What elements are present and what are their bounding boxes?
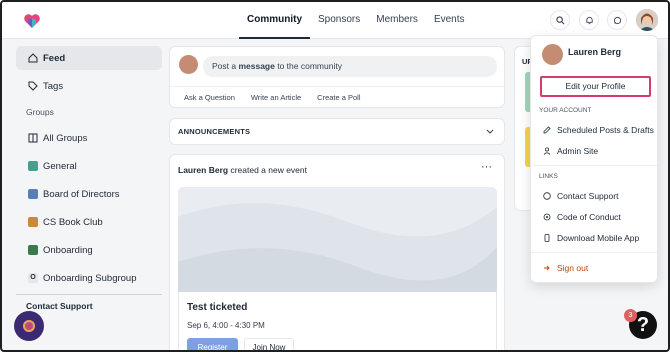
avatar — [542, 44, 563, 65]
register-button[interactable]: Register — [187, 338, 238, 350]
menu-item-label: Sign out — [557, 263, 589, 273]
grid-icon — [28, 133, 38, 143]
menu-item-label: Contact Support — [557, 191, 619, 201]
post-action-text: created a new event — [228, 165, 307, 175]
sidebar-item-label: Tags — [43, 80, 64, 92]
sidebar-item-label: Feed — [43, 52, 66, 64]
group-thumbnail — [28, 245, 38, 255]
chevron-down-icon — [486, 129, 494, 134]
post-input[interactable]: Post a message to the community — [203, 56, 497, 77]
event-date: Sep 6, 4:00 - 4:30 PM — [187, 321, 265, 330]
sidebar-item-label: Board of Directors — [43, 188, 120, 200]
placeholder-text: Post a — [212, 61, 239, 71]
join-now-button[interactable]: Join Now — [244, 338, 294, 350]
post-composer: Post a message to the community Ask a Qu… — [169, 46, 505, 108]
sidebar-item-label: Onboarding — [43, 244, 93, 256]
group-thumbnail — [28, 161, 38, 171]
announcements-panel[interactable]: ANNOUNCEMENTS — [169, 118, 505, 145]
scheduled-posts-item[interactable]: Scheduled Posts & Drafts — [542, 125, 654, 135]
composer-actions: Ask a Question Write an Article Create a… — [170, 86, 504, 108]
contact-support-item[interactable]: Contact Support — [542, 191, 618, 201]
write-article-button[interactable]: Write an Article — [243, 87, 309, 108]
sidebar-item-onboarding[interactable]: Onboarding — [16, 238, 162, 262]
chat-icon — [613, 16, 621, 24]
notification-badge: 3 — [624, 309, 637, 322]
sidebar-item-label: All Groups — [43, 132, 88, 144]
links-heading: LINKS — [539, 173, 558, 180]
messages-button[interactable] — [607, 10, 627, 30]
event-title[interactable]: Test ticketed — [187, 302, 247, 313]
top-bar: Community Sponsors Members Events — [2, 2, 668, 39]
divider — [531, 165, 657, 166]
admin-site-item[interactable]: Admin Site — [542, 146, 598, 156]
user-icon — [542, 147, 551, 156]
event-post: Lauren Berg created a new event ··· Test… — [169, 154, 505, 350]
group-thumbnail — [28, 217, 38, 227]
notifications-button[interactable] — [579, 10, 599, 30]
menu-item-label: Download Mobile App — [557, 233, 640, 243]
menu-item-label: Admin Site — [557, 146, 599, 156]
community-launcher-button[interactable] — [14, 311, 44, 341]
more-options-icon[interactable]: ··· — [481, 161, 492, 173]
profile-menu: Lauren Berg Edit your Profile YOUR ACCOU… — [530, 35, 658, 283]
launcher-icon — [23, 320, 35, 332]
gear-icon — [542, 213, 551, 222]
phone-icon — [542, 234, 551, 243]
sidebar: Feed Tags Groups All Groups General Boar… — [16, 46, 162, 311]
code-of-conduct-item[interactable]: Code of Conduct — [542, 212, 621, 222]
sidebar-item-onboarding-subgroup[interactable]: O Onboarding Subgroup — [16, 266, 162, 290]
nav-sponsors[interactable]: Sponsors — [310, 2, 368, 39]
help-circle-icon — [542, 192, 551, 201]
logo-icon[interactable] — [22, 11, 42, 31]
placeholder-bold: message — [238, 61, 275, 71]
sidebar-item-general[interactable]: General — [16, 154, 162, 178]
placeholder-text: to the community — [274, 61, 342, 71]
sidebar-item-all-groups[interactable]: All Groups — [16, 126, 162, 150]
avatar — [179, 55, 198, 74]
divider — [16, 294, 162, 295]
sidebar-item-board-of-directors[interactable]: Board of Directors — [16, 182, 162, 206]
logout-icon — [542, 264, 551, 273]
user-avatar[interactable] — [636, 9, 658, 31]
sign-out-item[interactable]: Sign out — [542, 263, 588, 273]
sidebar-item-label: Onboarding Subgroup — [43, 272, 137, 284]
search-button[interactable] — [550, 10, 570, 30]
home-icon — [28, 53, 38, 63]
group-badge: O — [28, 273, 38, 283]
sidebar-item-label: CS Book Club — [43, 216, 103, 228]
create-poll-button[interactable]: Create a Poll — [309, 87, 368, 108]
contact-support-link[interactable]: Contact Support — [16, 301, 162, 311]
groups-heading: Groups — [26, 107, 54, 117]
group-thumbnail — [28, 189, 38, 199]
menu-item-label: Scheduled Posts & Drafts — [557, 125, 654, 135]
edit-profile-button[interactable]: Edit your Profile — [540, 76, 651, 97]
nav-members[interactable]: Members — [368, 2, 426, 39]
divider — [531, 252, 657, 253]
post-header: Lauren Berg created a new event — [178, 165, 307, 175]
app-window: Community Sponsors Members Events Feed T… — [0, 0, 670, 352]
nav-community[interactable]: Community — [239, 2, 310, 39]
bell-icon — [585, 16, 593, 24]
event-cover-image — [178, 187, 497, 292]
announcements-label: ANNOUNCEMENTS — [178, 127, 251, 136]
sidebar-item-tags[interactable]: Tags — [16, 74, 162, 98]
sidebar-item-feed[interactable]: Feed — [16, 46, 162, 70]
account-heading: YOUR ACCOUNT — [539, 107, 592, 114]
main-nav: Community Sponsors Members Events — [239, 2, 473, 39]
nav-events[interactable]: Events — [426, 2, 473, 39]
avatar-image — [636, 9, 658, 31]
download-app-item[interactable]: Download Mobile App — [542, 233, 639, 243]
menu-user-name: Lauren Berg — [568, 47, 622, 57]
sidebar-item-label: General — [43, 160, 77, 172]
tag-icon — [28, 81, 38, 91]
menu-item-label: Code of Conduct — [557, 212, 621, 222]
search-icon — [555, 15, 564, 24]
pencil-icon — [542, 126, 551, 135]
sidebar-item-cs-book-club[interactable]: CS Book Club — [16, 210, 162, 234]
author-name[interactable]: Lauren Berg — [178, 165, 228, 175]
event-details: Test ticketed Sep 6, 4:00 - 4:30 PM Regi… — [178, 292, 497, 350]
ask-question-button[interactable]: Ask a Question — [176, 87, 243, 108]
